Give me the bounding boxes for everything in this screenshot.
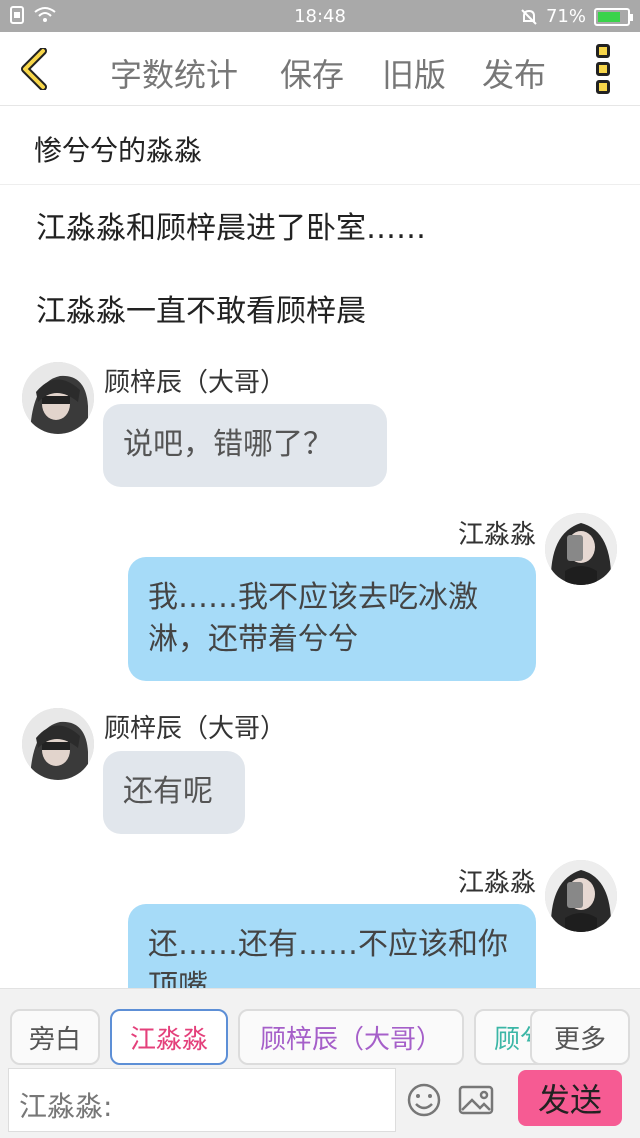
menu-dot-icon	[596, 80, 610, 94]
save-button[interactable]: 保存	[280, 50, 344, 96]
battery-percent: 71%	[545, 6, 586, 27]
menu-dot-icon	[596, 62, 610, 76]
mute-bell-icon	[521, 8, 537, 25]
message-bubble-left[interactable]: 说吧，错哪了？	[103, 404, 387, 487]
character-chip-narrator[interactable]: 旁白	[10, 1009, 100, 1065]
character-chip-gu[interactable]: 顾梓辰（大哥）	[238, 1009, 464, 1065]
status-right: 71%	[520, 6, 633, 27]
avatar-jiang[interactable]	[545, 513, 617, 585]
word-count-button[interactable]: 字数统计	[110, 50, 238, 96]
avatar-gu[interactable]	[22, 362, 94, 434]
message-input[interactable]: 江淼淼:	[8, 1068, 396, 1132]
publish-button[interactable]: 发布	[482, 50, 546, 96]
narration-line[interactable]: 江淼淼和顾梓晨进了卧室……	[36, 203, 426, 247]
character-selector: 旁白 江淼淼 顾梓辰（大哥） 顾兮 更多	[0, 988, 640, 1066]
emoji-icon[interactable]	[404, 1080, 444, 1120]
character-chip-jiang[interactable]: 江淼淼	[110, 1009, 228, 1065]
speaker-name: 顾梓辰（大哥）	[104, 368, 287, 398]
editor-toolbar: 字数统计 保存 旧版 发布	[0, 32, 640, 106]
narration-line[interactable]: 江淼淼一直不敢看顾梓晨	[36, 286, 366, 330]
speaker-name: 江淼淼	[457, 520, 536, 550]
avatar-jiang[interactable]	[545, 860, 617, 932]
input-row: 江淼淼: 发送	[0, 1066, 640, 1138]
old-version-button[interactable]: 旧版	[382, 50, 446, 96]
back-button[interactable]	[14, 46, 54, 92]
battery-icon	[594, 7, 633, 26]
avatar-gu[interactable]	[22, 708, 94, 780]
speaker-name: 顾梓辰（大哥）	[104, 714, 287, 744]
status-bar: 18:48 71%	[0, 0, 640, 32]
more-characters-button[interactable]: 更多	[530, 1009, 630, 1065]
more-menu-button[interactable]	[596, 44, 616, 94]
story-title-row[interactable]: 惨兮兮的淼淼	[0, 107, 640, 185]
send-button[interactable]: 发送	[518, 1070, 622, 1126]
menu-dot-icon	[596, 44, 610, 58]
chevron-left-icon	[21, 48, 47, 90]
message-bubble-left[interactable]: 还有呢	[103, 751, 245, 834]
speaker-name: 江淼淼	[457, 868, 536, 898]
image-icon[interactable]	[456, 1080, 496, 1120]
message-bubble-right[interactable]: 我……我不应该去吃冰激淋，还带着兮兮	[128, 557, 536, 681]
story-title: 惨兮兮的淼淼	[34, 134, 203, 167]
